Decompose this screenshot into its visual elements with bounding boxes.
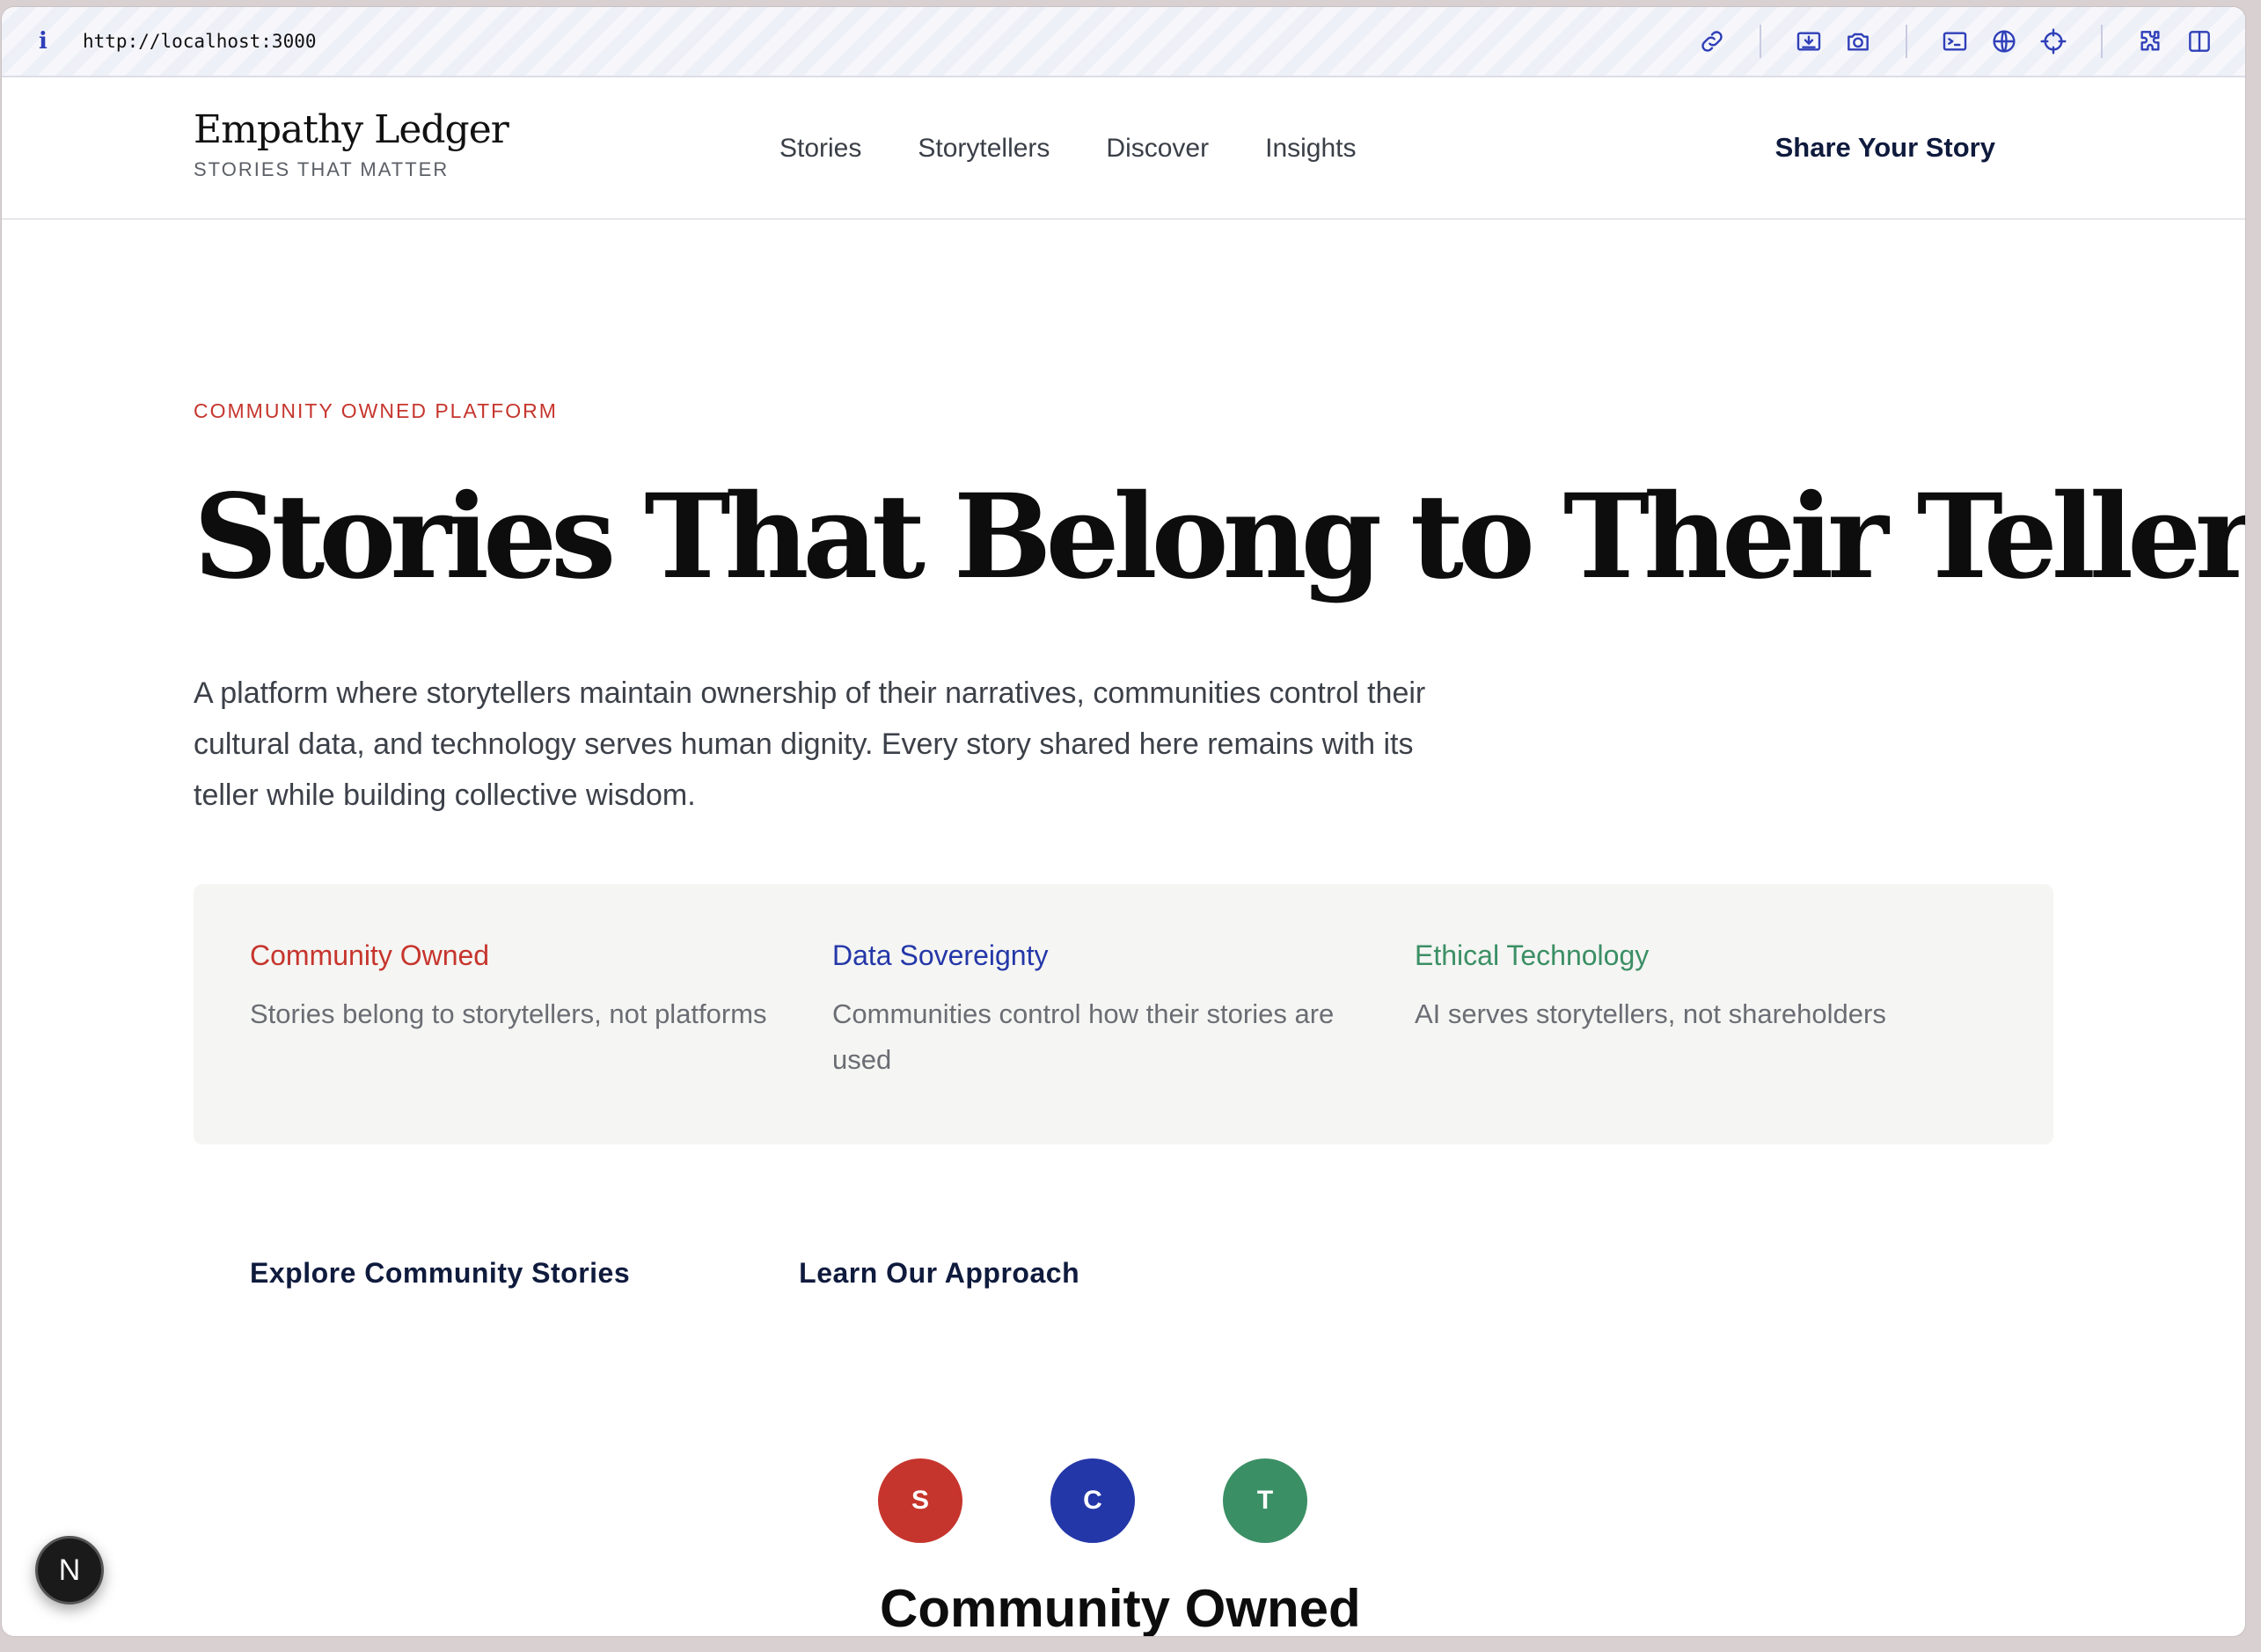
browser-window: i http://localhost:3000 Empathy Ledger S…: [2, 7, 2245, 1636]
pillar-ethical-technology: Ethical Technology AI serves storyteller…: [1415, 939, 1997, 1144]
dev-tools-badge[interactable]: N: [35, 1536, 104, 1604]
nav-stories[interactable]: Stories: [779, 134, 861, 164]
values-panel: Community Owned Stories belong to storyt…: [194, 884, 2053, 1144]
crosshair-icon[interactable]: [2029, 17, 2078, 66]
pillar-data-sovereignty: Data Sovereignty Communities control how…: [832, 939, 1415, 1144]
pillar-community-owned: Community Owned Stories belong to storyt…: [250, 939, 832, 1144]
avatar: S: [878, 1458, 962, 1543]
avatar: C: [1050, 1458, 1135, 1543]
toolbar-divider: [1906, 25, 1907, 58]
avatar: T: [1223, 1458, 1307, 1543]
pillar-title: Ethical Technology: [1415, 939, 1650, 971]
info-icon[interactable]: i: [30, 28, 56, 55]
share-your-story-button[interactable]: Share Your Story: [1775, 132, 1995, 164]
toolbar-divider: [2101, 25, 2103, 58]
main-nav: Stories Storytellers Discover Insights: [779, 134, 1413, 164]
explore-stories-button[interactable]: Explore Community Stories: [250, 1257, 630, 1290]
globe-icon[interactable]: [1979, 17, 2029, 66]
terminal-icon[interactable]: [1930, 17, 1979, 66]
toolbar-divider: [1760, 25, 1761, 58]
hero-section: COMMUNITY OWNED PLATFORM Stories That Be…: [194, 399, 2245, 1290]
pillar-title: Data Sovereignty: [832, 939, 1049, 971]
nav-storytellers[interactable]: Storytellers: [918, 134, 1050, 164]
hero-actions: Explore Community Stories Learn Our Appr…: [194, 1257, 2059, 1290]
brand[interactable]: Empathy Ledger STORIES THAT MATTER: [194, 107, 509, 181]
brand-name: Empathy Ledger: [194, 107, 509, 152]
sidebar-icon[interactable]: [2175, 17, 2224, 66]
avatar-row: S C T: [878, 1458, 1395, 1543]
address-bar[interactable]: http://localhost:3000: [83, 31, 317, 52]
extension-icon[interactable]: [2126, 17, 2175, 66]
pillar-title: Community Owned: [250, 939, 490, 971]
pillar-description: Communities control how their stories ar…: [832, 998, 1335, 1076]
pillar-description: AI serves storytellers, not shareholders: [1415, 998, 1886, 1030]
brand-tagline: STORIES THAT MATTER: [194, 158, 450, 181]
site-header: Empathy Ledger STORIES THAT MATTER Stori…: [2, 77, 2245, 220]
section-title: Community Owned: [880, 1579, 1361, 1636]
hero-eyebrow: COMMUNITY OWNED PLATFORM: [194, 399, 558, 422]
hero-description: A platform where storytellers maintain o…: [194, 676, 1426, 812]
learn-approach-button[interactable]: Learn Our Approach: [799, 1257, 1079, 1290]
hero-title: Stories That Belong to Their Tellers: [194, 469, 2245, 605]
pillar-description: Stories belong to storytellers, not plat…: [250, 998, 767, 1030]
browser-toolbar: i http://localhost:3000: [2, 7, 2245, 77]
nav-insights[interactable]: Insights: [1265, 134, 1356, 164]
browser-actions: [1687, 17, 2224, 66]
capture-icon[interactable]: [1784, 17, 1833, 66]
camera-icon[interactable]: [1833, 17, 1883, 66]
nav-discover[interactable]: Discover: [1106, 134, 1209, 164]
link-icon[interactable]: [1687, 17, 1737, 66]
